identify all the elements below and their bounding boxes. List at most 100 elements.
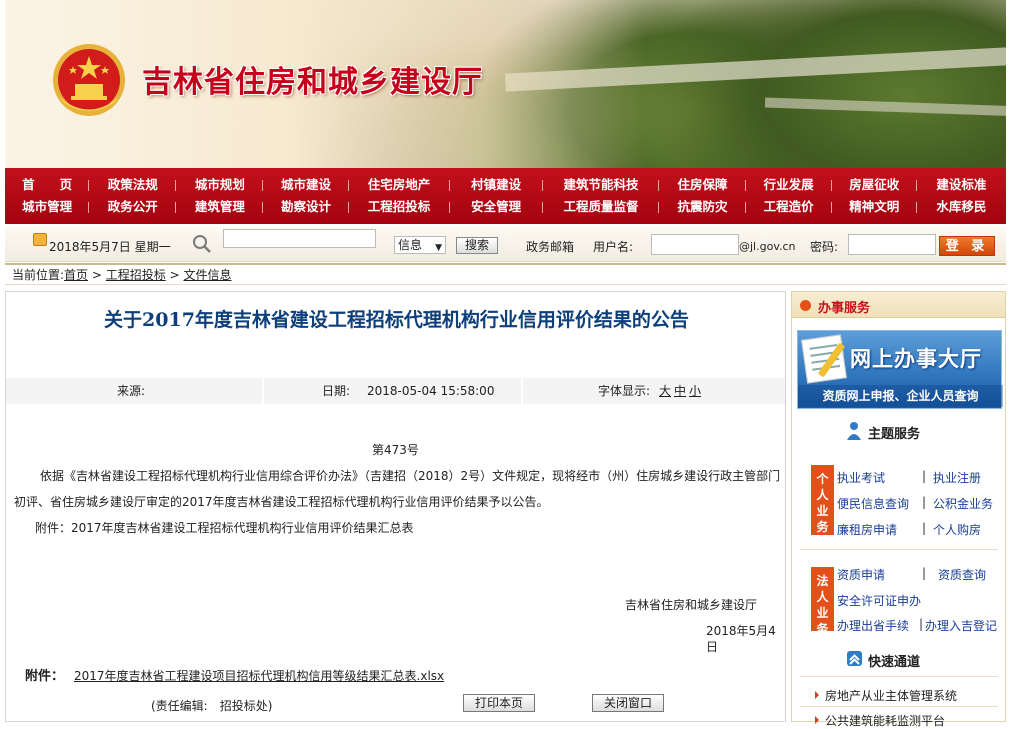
service-link[interactable]: 办理入吉登记	[925, 617, 997, 634]
nav-row-2: 城市管理 政务公开 建筑管理 勘察设计 工程招投标 安全管理 工程质量监督 抗震防灾 工程造价精…	[5, 196, 1006, 218]
password-input[interactable]	[848, 234, 936, 255]
nav-item[interactable]: 首 页	[5, 174, 90, 196]
font-medium-link[interactable]: 中	[674, 384, 686, 398]
nav-item[interactable]: 安全管理	[450, 196, 543, 218]
divider	[800, 706, 998, 707]
service-link[interactable]: 执业注册	[933, 469, 981, 486]
paragraph-attachment: 附件：2017年度吉林省建设工程招标代理机构行业信用评价结果汇总表	[35, 521, 414, 535]
nav-row-1: 首 页政策法规 城市规划 城市建设 住宅房地产 村镇建设 建筑节能科技 住房保障 行业发展 房屋…	[5, 174, 1006, 196]
print-button[interactable]: 打印本页	[463, 694, 535, 712]
meta-divider	[521, 378, 523, 404]
online-service-hall-banner[interactable]: 网上办事大厅 资质网上申报、企业人员查询	[797, 330, 1003, 409]
nav-item[interactable]: 政策法规	[89, 174, 177, 196]
nav-item[interactable]: 行业发展	[746, 174, 832, 196]
article-title: 关于2017年度吉林省建设工程招标代理机构行业信用评价结果的公告	[104, 309, 689, 331]
signature: 吉林省住房和城乡建设厅	[625, 598, 758, 612]
nav-item[interactable]: 精神文明	[832, 196, 918, 218]
nav-item[interactable]: 城市管理	[5, 196, 90, 218]
username-label: 用户名:	[593, 240, 634, 254]
search-icon[interactable]	[192, 234, 211, 253]
service-link[interactable]: 资质查询	[938, 566, 986, 583]
mail-label: 政务邮箱	[526, 240, 575, 254]
font-small-link[interactable]: 小	[689, 384, 701, 398]
font-size-options: 大中小	[656, 378, 701, 404]
source-label: 来源:	[117, 384, 146, 398]
header-banner: 吉林省住房和城乡建设厅	[5, 0, 1006, 168]
nav-item[interactable]: 建筑节能科技	[543, 174, 660, 196]
service-link[interactable]: 个人购房	[933, 521, 981, 538]
service-link[interactable]: 安全许可证申办	[837, 592, 921, 609]
breadcrumb: 当前位置:首页 > 工程招投标 > 文件信息	[5, 263, 1006, 285]
service-link[interactable]: 资质申请	[837, 566, 885, 583]
date-label: 日期:	[322, 384, 351, 398]
breadcrumb-prefix: 当前位置:	[12, 268, 65, 282]
article-meta-bar: 来源: 日期: 2018-05-04 15:58:00 字体显示: 大中小	[6, 378, 785, 404]
service-separator: |	[919, 617, 924, 631]
nav-item[interactable]: 水库移民	[917, 196, 1006, 218]
main-navigation: 首 页政策法规 城市规划 城市建设 住宅房地产 村镇建设 建筑节能科技 住房保障 行业发展 房屋…	[5, 168, 1006, 224]
attachment-label: 附件：	[25, 669, 65, 684]
hall-title: 网上办事大厅	[850, 347, 982, 371]
nav-item[interactable]: 城市规划	[176, 174, 264, 196]
nav-item[interactable]: 政务公开	[89, 196, 177, 218]
sidebar: 办事服务 网上办事大厅 资质网上申报、企业人员查询 主题服务 个人业务 执业考试…	[791, 291, 1006, 728]
toolbar: 2018年5月7日 星期一 信息 ▼ 搜索 政务邮箱 用户名: @jl.gov.c…	[5, 226, 1006, 262]
chevron-down-icon: ▼	[435, 243, 442, 253]
service-separator: |	[922, 566, 927, 580]
username-input[interactable]	[651, 234, 739, 255]
login-button[interactable]: 登 录	[939, 236, 995, 256]
meta-divider	[262, 378, 264, 404]
nav-item[interactable]: 住房保障	[659, 174, 746, 196]
search-scope-select[interactable]: 信息 ▼	[394, 236, 446, 254]
nav-item[interactable]: 建筑管理	[176, 196, 264, 218]
nav-item[interactable]: 村镇建设	[450, 174, 543, 196]
nav-item[interactable]: 房屋征收	[832, 174, 918, 196]
service-link[interactable]: 廉租房申请	[837, 521, 897, 538]
search-button[interactable]: 搜索	[456, 237, 498, 254]
divider	[800, 676, 998, 677]
service-link[interactable]: 便民信息查询	[837, 495, 909, 512]
service-separator: |	[922, 521, 927, 535]
quick-link[interactable]: 房地产从业主体管理系统	[814, 687, 957, 704]
breadcrumb-section-link[interactable]: 工程招投标	[106, 268, 166, 282]
nav-item[interactable]: 工程造价	[746, 196, 832, 218]
national-emblem-icon	[53, 44, 125, 116]
font-size-label: 字体显示:	[598, 384, 651, 398]
search-scope-value: 信息	[398, 238, 423, 252]
paragraph-line: 初评、省住房城乡建设厅审定的2017年度吉林省建设工程招标代理机构行业信用评价结…	[14, 495, 549, 509]
nav-item[interactable]: 住宅房地产	[349, 174, 450, 196]
theme-service-title: 主题服务	[868, 427, 921, 442]
hall-subtitle: 资质网上申报、企业人员查询	[798, 385, 1003, 407]
legal-business-tab: 法人业务	[811, 567, 834, 636]
service-header: 办事服务	[792, 292, 1005, 318]
nav-item[interactable]: 工程质量监督	[543, 196, 660, 218]
breadcrumb-page-link[interactable]: 文件信息	[183, 268, 231, 282]
theme-service-header: 主题服务	[792, 418, 1005, 444]
password-label: 密码:	[810, 240, 839, 254]
site-title: 吉林省住房和城乡建设厅	[142, 65, 483, 100]
bullet-icon	[800, 300, 811, 311]
service-separator: |	[922, 469, 927, 483]
quick-link[interactable]: 公共建筑能耗监测平台	[814, 712, 945, 729]
service-title: 办事服务	[818, 301, 871, 316]
service-link[interactable]: 办理出省手续	[837, 617, 909, 634]
nav-item[interactable]: 城市建设	[263, 174, 349, 196]
quick-channel-title: 快速通道	[868, 655, 921, 670]
font-large-link[interactable]: 大	[659, 384, 671, 398]
nav-item[interactable]: 建设标准	[917, 174, 1006, 196]
article-panel: 关于2017年度吉林省建设工程招标代理机构行业信用评价结果的公告 来源: 日期:…	[5, 291, 786, 722]
quick-channel-header: 快速通道	[792, 646, 1005, 672]
nav-item[interactable]: 抗震防灾	[659, 196, 746, 218]
close-window-button[interactable]: 关闭窗口	[592, 694, 664, 712]
search-input[interactable]	[223, 229, 376, 248]
date-value: 2018-05-04 15:58:00	[367, 384, 495, 398]
attachment-link[interactable]: 2017年度吉林省工程建设项目招标代理机构信用等级结果汇总表.xlsx	[74, 667, 444, 684]
service-link[interactable]: 执业考试	[837, 469, 885, 486]
nav-item[interactable]: 工程招投标	[349, 196, 450, 218]
service-link[interactable]: 公积金业务	[933, 495, 993, 512]
responsible-editor: (责任编辑: 招投标处)	[151, 699, 273, 713]
breadcrumb-home-link[interactable]: 首页	[64, 268, 88, 282]
chevron-up-icon	[847, 651, 862, 666]
paragraph-line: 依据《吉林省建设工程招标代理机构行业信用综合评价办法》（吉建招（2018）2号）…	[40, 469, 781, 483]
nav-item[interactable]: 勘察设计	[263, 196, 349, 218]
